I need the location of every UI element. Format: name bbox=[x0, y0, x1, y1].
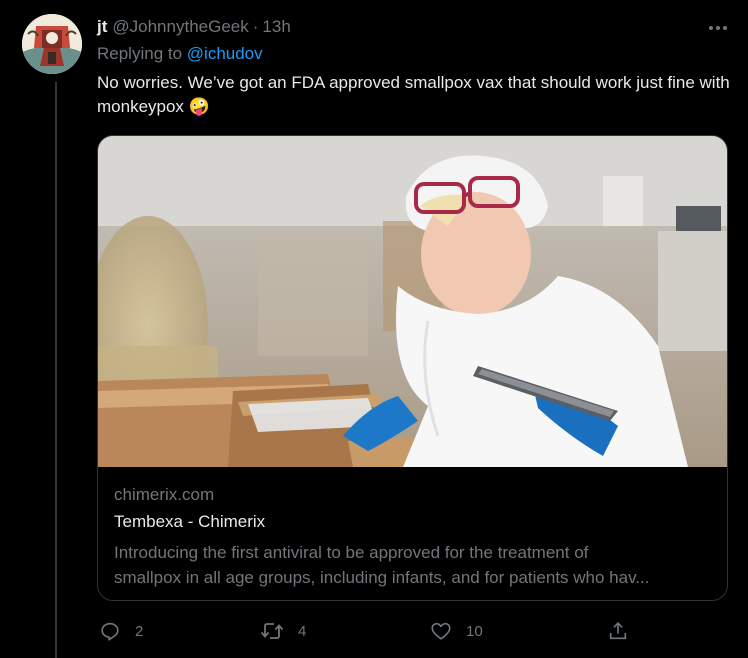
card-info: chimerix.com Tembexa - Chimerix Introduc… bbox=[98, 467, 727, 600]
card-domain: chimerix.com bbox=[114, 485, 215, 504]
more-button[interactable] bbox=[704, 17, 732, 39]
avatar[interactable] bbox=[22, 14, 82, 74]
like-count: 10 bbox=[466, 622, 483, 640]
heart-icon bbox=[431, 622, 451, 640]
avatar-illustration-icon bbox=[22, 14, 82, 74]
retweet-count: 4 bbox=[298, 622, 307, 640]
link-card[interactable]: chimerix.com Tembexa - Chimerix Introduc… bbox=[97, 135, 728, 601]
share-button[interactable] bbox=[607, 616, 629, 646]
replying-mention-link[interactable]: @ichudov bbox=[187, 44, 263, 63]
card-description-line: smallpox in all age groups, including in… bbox=[114, 568, 650, 587]
retweet-icon bbox=[260, 623, 284, 639]
more-dots-icon bbox=[709, 26, 727, 30]
retweet-button[interactable]: 4 bbox=[260, 616, 306, 646]
timestamp[interactable]: 13h bbox=[262, 17, 290, 37]
tweet-text: No worries. We’ve got an FDA approved sm… bbox=[97, 71, 737, 119]
card-description-line: Introducing the first antiviral to be ap… bbox=[114, 543, 589, 562]
zany-face-emoji: 🤪 bbox=[188, 97, 210, 117]
share-icon bbox=[609, 622, 627, 640]
author-handle[interactable]: @JohnnytheGeek bbox=[112, 17, 248, 37]
tweet-actions: 2 4 10 bbox=[97, 616, 737, 646]
card-title[interactable]: Tembexa - Chimerix bbox=[114, 512, 265, 532]
replying-prefix: Replying to bbox=[97, 44, 187, 63]
card-description: Introducing the first antiviral to be ap… bbox=[114, 540, 714, 590]
tweet-header: jt @JohnnytheGeek · 13h bbox=[97, 16, 291, 38]
like-button[interactable]: 10 bbox=[430, 616, 483, 646]
author-name[interactable]: jt bbox=[97, 17, 107, 37]
thread-line bbox=[55, 82, 57, 658]
reply-button[interactable]: 2 bbox=[99, 616, 143, 646]
separator-dot: · bbox=[252, 17, 259, 36]
card-image[interactable] bbox=[98, 136, 727, 467]
reply-icon bbox=[101, 622, 119, 641]
card-photo-worker-with-tablet bbox=[98, 136, 727, 467]
replying-to: Replying to @ichudov bbox=[97, 44, 263, 64]
reply-count: 2 bbox=[135, 622, 144, 640]
